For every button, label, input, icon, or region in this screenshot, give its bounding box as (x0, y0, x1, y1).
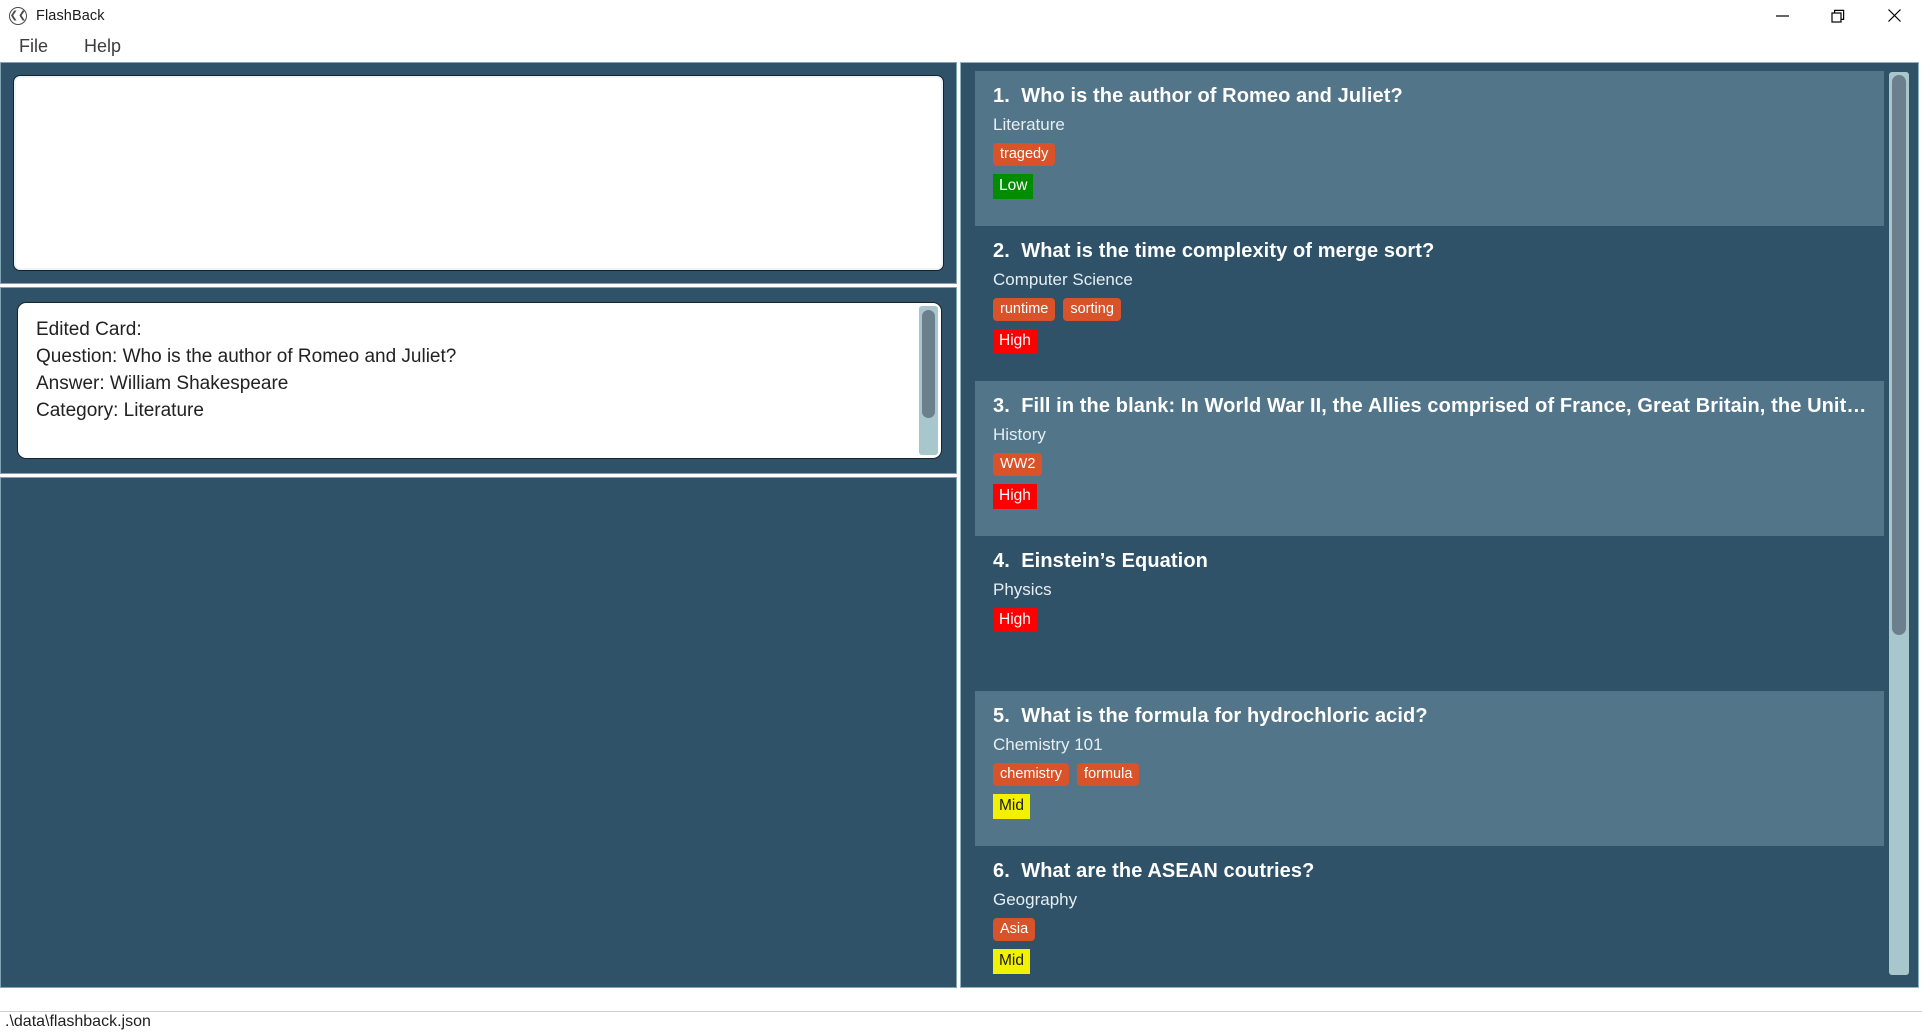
card-question: 4. Einstein’s Equation (993, 550, 1868, 573)
card-list-item[interactable]: 3. Fill in the blank: In World War II, t… (975, 381, 1884, 536)
card-difficulty-badge: Low (993, 174, 1033, 198)
title-bar-left: ❮❮ FlashBack (0, 7, 105, 25)
card-tag: WW2 (993, 453, 1042, 476)
status-file-path: .\data\flashback.json (5, 1013, 151, 1031)
log-scrollbar-track[interactable] (919, 306, 938, 455)
card-difficulty-row: Mid (993, 794, 1868, 818)
log-line: Answer: William Shakespeare (36, 371, 923, 398)
card-category: Literature (993, 115, 1868, 135)
menu-item-help[interactable]: Help (78, 34, 127, 59)
log-scrollbar-thumb[interactable] (922, 310, 935, 418)
card-input-panel (0, 62, 957, 284)
maximize-restore-button[interactable] (1810, 0, 1866, 31)
menu-item-file[interactable]: File (13, 34, 54, 59)
card-difficulty-badge: Mid (993, 794, 1030, 818)
card-number: 5. (993, 705, 1010, 727)
card-question-text: Fill in the blank: In World War II, the … (1021, 395, 1868, 417)
card-difficulty-row: High (993, 329, 1868, 353)
card-tag: tragedy (993, 143, 1055, 166)
card-tag: sorting (1063, 298, 1121, 321)
card-difficulty-row: High (993, 484, 1868, 508)
minimize-button[interactable] (1754, 0, 1810, 31)
card-tag-row: WW2 (993, 453, 1868, 476)
card-question: 5. What is the formula for hydrochloric … (993, 705, 1868, 728)
card-question-text: What is the time complexity of merge sor… (1021, 240, 1434, 262)
card-tag-row: runtime sorting (993, 298, 1868, 321)
card-difficulty-badge: High (993, 608, 1037, 632)
card-question-text: Einstein’s Equation (1021, 550, 1208, 572)
close-button[interactable] (1866, 0, 1922, 31)
log-line: Edited Card: (36, 317, 923, 344)
card-question-text: What are the ASEAN coutries? (1021, 860, 1314, 882)
card-tag: formula (1077, 763, 1139, 786)
card-list-item[interactable]: 1. Who is the author of Romeo and Juliet… (975, 71, 1884, 226)
card-number: 3. (993, 395, 1010, 417)
card-question-text: What is the formula for hydrochloric aci… (1021, 705, 1427, 727)
card-difficulty-row: High (993, 608, 1868, 632)
card-list: 1. Who is the author of Romeo and Juliet… (975, 71, 1910, 975)
card-question-text: Who is the author of Romeo and Juliet? (1021, 85, 1403, 107)
card-number: 2. (993, 240, 1010, 262)
log-panel: Edited Card: Question: Who is the author… (0, 287, 957, 474)
card-list-scrollbar-thumb[interactable] (1892, 75, 1906, 635)
app-title: FlashBack (36, 8, 105, 24)
empty-panel (0, 477, 957, 988)
card-number: 4. (993, 550, 1010, 572)
card-tag: runtime (993, 298, 1055, 321)
card-category: History (993, 425, 1868, 445)
card-tag: chemistry (993, 763, 1069, 786)
card-tag-row: chemistry formula (993, 763, 1868, 786)
card-list-scrollbar-track[interactable] (1889, 72, 1909, 975)
card-list-panel: 1. Who is the author of Romeo and Juliet… (960, 62, 1919, 988)
card-tag: Asia (993, 918, 1035, 941)
card-tag-row: Asia (993, 918, 1868, 941)
window-controls (1754, 0, 1922, 31)
card-question: 1. Who is the author of Romeo and Juliet… (993, 85, 1868, 108)
card-list-item[interactable]: 6. What are the ASEAN coutries? Geograph… (975, 846, 1884, 988)
card-number: 6. (993, 860, 1010, 882)
card-question: 3. Fill in the blank: In World War II, t… (993, 395, 1868, 418)
card-category: Computer Science (993, 270, 1868, 290)
log-line: Question: Who is the author of Romeo and… (36, 344, 923, 371)
title-bar: ❮❮ FlashBack (0, 0, 1922, 31)
card-difficulty-badge: High (993, 329, 1037, 353)
card-list-item[interactable]: 5. What is the formula for hydrochloric … (975, 691, 1884, 846)
card-list-item[interactable]: 4. Einstein’s Equation Physics High (975, 536, 1884, 691)
card-category: Chemistry 101 (993, 735, 1868, 755)
card-difficulty-badge: Mid (993, 949, 1030, 973)
log-line: Category: Literature (36, 398, 923, 425)
status-bar: .\data\flashback.json (0, 1011, 1922, 1032)
card-difficulty-badge: High (993, 484, 1037, 508)
workspace: Edited Card: Question: Who is the author… (0, 62, 1922, 1011)
card-difficulty-row: Mid (993, 949, 1868, 973)
card-number: 1. (993, 85, 1010, 107)
card-question: 6. What are the ASEAN coutries? (993, 860, 1868, 883)
menu-bar: File Help (0, 31, 1922, 62)
log-box[interactable]: Edited Card: Question: Who is the author… (17, 302, 942, 459)
rewind-circle-icon: ❮❮ (9, 7, 27, 25)
card-question: 2. What is the time complexity of merge … (993, 240, 1868, 263)
card-category: Geography (993, 890, 1868, 910)
card-category: Physics (993, 580, 1868, 600)
card-difficulty-row: Low (993, 174, 1868, 198)
left-column: Edited Card: Question: Who is the author… (0, 62, 960, 988)
card-list-item[interactable]: 2. What is the time complexity of merge … (975, 226, 1884, 381)
right-column: 1. Who is the author of Romeo and Juliet… (960, 62, 1919, 988)
card-input[interactable] (13, 75, 944, 271)
card-tag-row: tragedy (993, 143, 1868, 166)
